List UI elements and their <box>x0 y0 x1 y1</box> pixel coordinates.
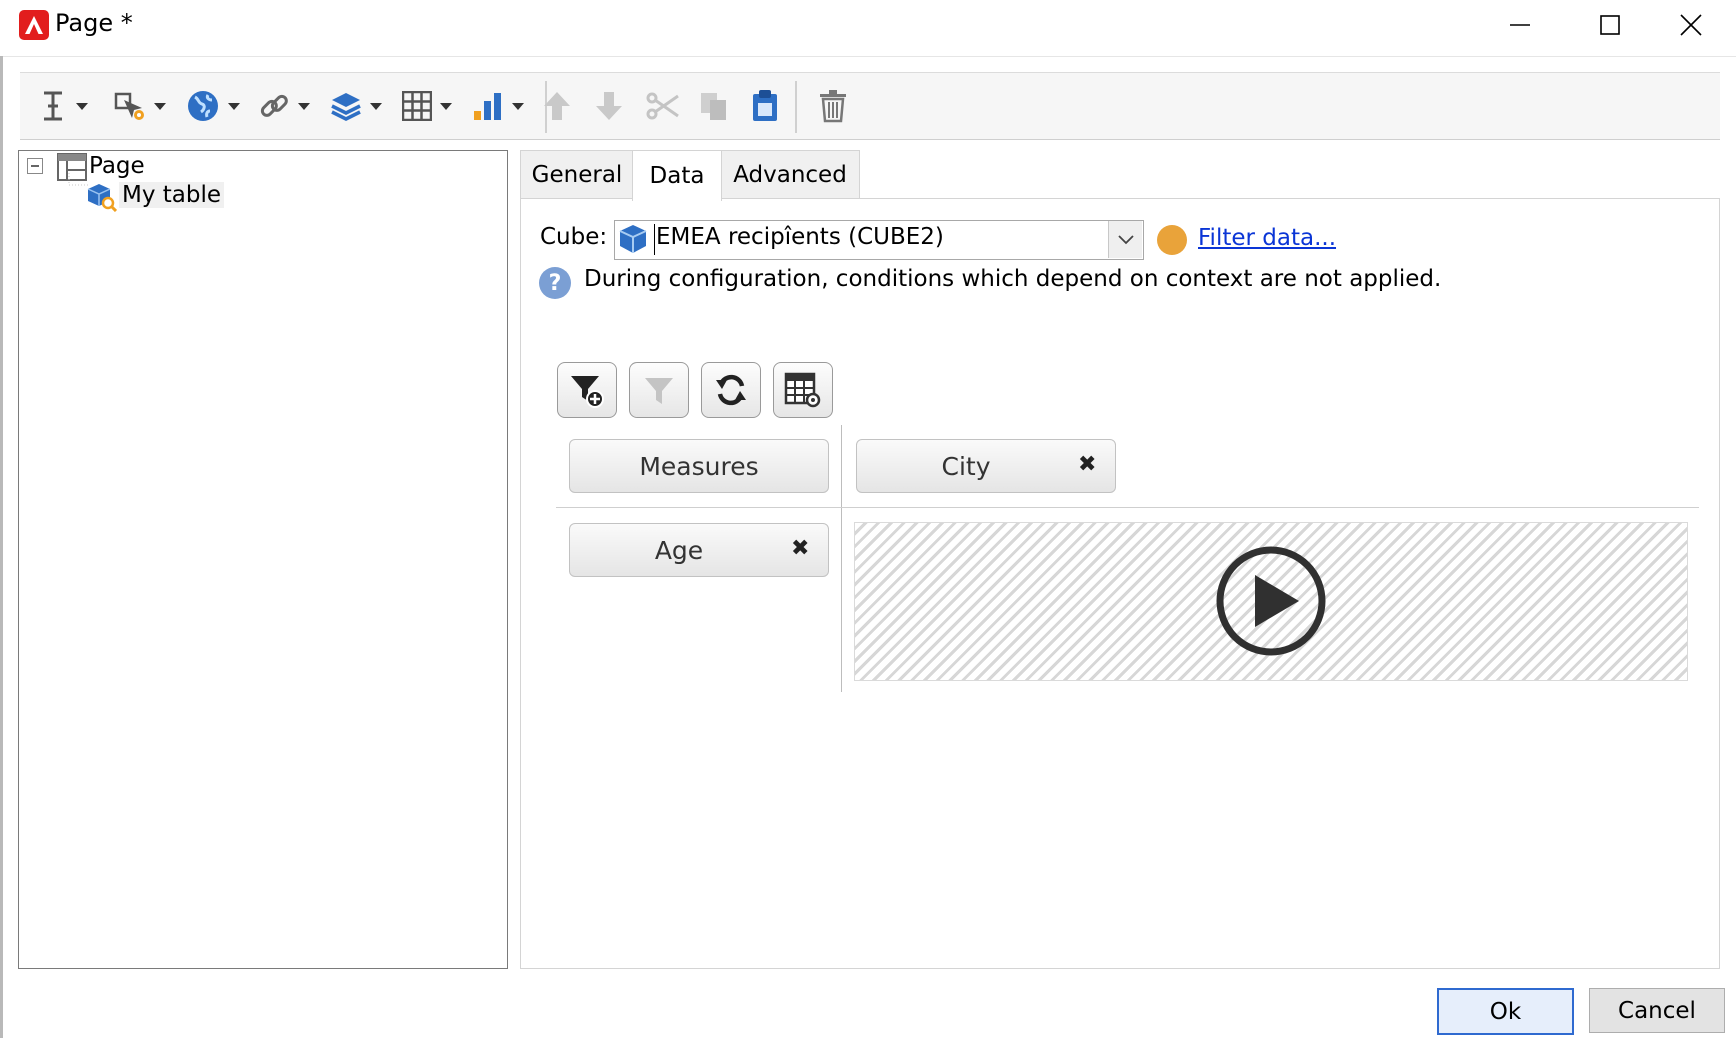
stack-icon <box>331 93 361 121</box>
structure-tree: Page My table <box>18 150 508 969</box>
grid-icon <box>402 91 432 121</box>
window-title: Page * <box>55 9 133 37</box>
help-icon: ? <box>539 267 571 299</box>
tree-item-my-table[interactable]: My table <box>119 182 225 208</box>
copy-button[interactable] <box>698 83 730 129</box>
column-dimension-city[interactable]: City <box>856 439 1116 493</box>
paste-button[interactable] <box>750 83 780 129</box>
cube-label: Cube: <box>540 224 608 250</box>
filter-status-indicator <box>1157 225 1187 255</box>
delete-button[interactable] <box>818 83 848 129</box>
table-settings-icon <box>784 372 821 408</box>
insert-text-button[interactable] <box>38 83 88 129</box>
cube-select-value: EMEA recipîents (CUBE2) <box>656 224 944 250</box>
insert-link-button[interactable] <box>258 83 310 129</box>
minimize-button[interactable] <box>1475 0 1565 50</box>
dropdown-caret-icon <box>370 102 382 110</box>
measures-pill[interactable]: Measures <box>569 439 829 493</box>
filter-button[interactable] <box>629 362 689 418</box>
dimension-label: Age <box>654 535 704 565</box>
refresh-button[interactable] <box>701 362 761 418</box>
insert-chart-button[interactable] <box>472 83 524 129</box>
title-separator <box>3 56 1736 57</box>
dimension-label: City <box>941 451 991 481</box>
pivot-horizontal-divider <box>556 507 1699 508</box>
paste-icon <box>753 90 777 121</box>
insert-global-button[interactable] <box>186 83 240 129</box>
dropdown-caret-icon <box>298 102 310 110</box>
minimize-icon <box>1510 24 1530 26</box>
refresh-icon <box>716 374 746 406</box>
row-dimension-age[interactable]: Age <box>569 523 829 577</box>
select-gear-icon <box>114 92 144 120</box>
link-icon <box>260 94 288 117</box>
maximize-button[interactable] <box>1565 0 1655 50</box>
cut-icon <box>646 92 679 120</box>
text-cursor-icon <box>44 91 62 121</box>
cube-icon <box>619 225 647 253</box>
play-icon[interactable] <box>1215 545 1327 657</box>
filter-icon <box>645 378 673 404</box>
maximize-icon <box>1600 15 1620 35</box>
collapse-toggle[interactable] <box>27 158 43 174</box>
copy-icon <box>701 93 726 120</box>
dropdown-caret-icon <box>440 102 452 110</box>
delete-icon <box>820 90 846 123</box>
toolbar-separator <box>795 81 797 133</box>
move-up-icon <box>544 92 570 120</box>
insert-input-button[interactable] <box>114 83 166 129</box>
bar-chart-icon <box>474 93 501 120</box>
tab-advanced[interactable]: Advanced <box>720 150 860 199</box>
cancel-button[interactable]: Cancel <box>1589 988 1725 1033</box>
dropdown-caret-icon <box>154 102 166 110</box>
toolbar <box>20 72 1720 140</box>
move-down-icon <box>596 92 622 120</box>
ok-button[interactable]: Ok <box>1437 988 1574 1035</box>
table-settings-button[interactable] <box>773 362 833 418</box>
cut-button[interactable] <box>646 83 680 129</box>
remove-age-icon[interactable]: ✖ <box>791 536 809 561</box>
add-filter-icon <box>571 376 604 408</box>
add-filter-button[interactable] <box>557 362 617 418</box>
remove-city-icon[interactable]: ✖ <box>1078 452 1096 477</box>
dropdown-caret-icon <box>76 102 88 110</box>
tab-data[interactable]: Data <box>632 150 722 201</box>
dropdown-caret-icon <box>512 102 524 110</box>
globe-icon <box>188 91 218 121</box>
close-button[interactable] <box>1646 0 1736 50</box>
filter-data-link[interactable]: Filter data... <box>1198 225 1336 251</box>
pivot-vertical-divider <box>841 425 842 692</box>
dropdown-caret-icon <box>228 102 240 110</box>
insert-table-button[interactable] <box>402 83 452 129</box>
close-icon <box>1680 14 1702 36</box>
tree-connector <box>68 173 89 186</box>
info-message: During configuration, conditions which d… <box>584 266 1442 292</box>
insert-container-button[interactable] <box>330 83 382 129</box>
cube-dropdown-button[interactable] <box>1108 221 1142 258</box>
tree-item-page[interactable]: Page <box>89 153 145 179</box>
cancel-label: Cancel <box>1618 997 1696 1024</box>
window-border <box>0 0 3 1038</box>
text-caret <box>654 224 655 255</box>
ok-label: Ok <box>1489 998 1522 1025</box>
move-down-button[interactable] <box>592 83 626 129</box>
table-cube-icon <box>87 184 117 212</box>
tab-general[interactable]: General <box>520 150 634 199</box>
move-up-button[interactable] <box>540 83 574 129</box>
app-icon <box>19 10 49 40</box>
chevron-down-icon <box>1117 234 1134 244</box>
